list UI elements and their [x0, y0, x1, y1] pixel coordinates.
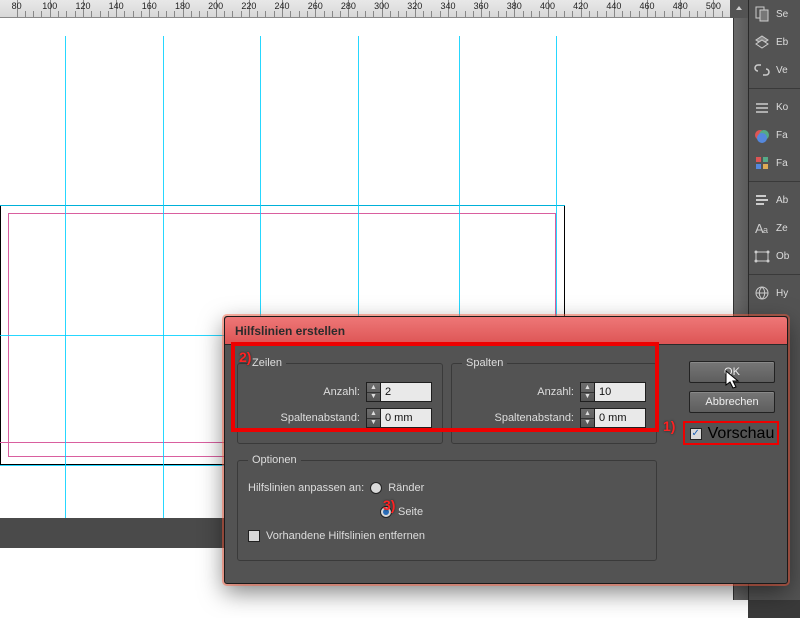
- horizontal-ruler: 8010012014016018020022024026028030032034…: [0, 0, 730, 18]
- align-icon: [754, 192, 770, 208]
- svg-text:a: a: [763, 225, 768, 235]
- panel-label: Eb: [776, 37, 788, 48]
- ok-button[interactable]: OK: [689, 361, 775, 383]
- char-icon: Aa: [754, 220, 770, 236]
- options-legend: Optionen: [248, 454, 301, 466]
- annotation-3: 3): [383, 497, 395, 513]
- rows-gutter-spinner[interactable]: ▲▼: [366, 408, 380, 428]
- remove-existing-label[interactable]: Vorhandene Hilfslinien entfernen: [266, 530, 425, 542]
- panel-char[interactable]: Aa Ze: [749, 214, 800, 242]
- cols-count-input[interactable]: [594, 382, 646, 402]
- fit-page-label[interactable]: Seite: [398, 506, 423, 518]
- panel-label: Se: [776, 9, 788, 20]
- rows-legend: Zeilen: [248, 357, 286, 369]
- preview-label[interactable]: Vorschau: [708, 425, 775, 443]
- options-group: Optionen Hilfslinien anpassen an: Ränder…: [237, 454, 657, 561]
- fit-margins-radio[interactable]: [370, 482, 382, 494]
- links2-icon: [754, 285, 770, 301]
- dialog-titlebar[interactable]: Hilfslinien erstellen: [225, 317, 787, 345]
- layers-icon: [754, 34, 770, 50]
- swatches2-icon: [754, 155, 770, 171]
- panel-label: Hy: [776, 288, 788, 299]
- panel-label: Ab: [776, 195, 788, 206]
- dialog-title: Hilfslinien erstellen: [235, 324, 345, 338]
- annotation-2: 2): [239, 349, 251, 365]
- panel-links2[interactable]: Hy: [749, 279, 800, 307]
- rows-group: Zeilen Anzahl: ▲▼ Spaltenabstand: ▲▼: [237, 357, 443, 444]
- panel-align[interactable]: Ab: [749, 186, 800, 214]
- rows-gutter-input[interactable]: [380, 408, 432, 428]
- panel-label: Fa: [776, 158, 788, 169]
- cols-count-spinner[interactable]: ▲▼: [580, 382, 594, 402]
- rows-count-input[interactable]: [380, 382, 432, 402]
- panel-label: Ze: [776, 223, 788, 234]
- panel-label: Fa: [776, 130, 788, 141]
- panel-layers[interactable]: Eb: [749, 28, 800, 56]
- panel-swatches2[interactable]: Fa: [749, 149, 800, 177]
- guide-horizontal[interactable]: [0, 205, 565, 206]
- links-icon: [754, 62, 770, 78]
- panel-pages[interactable]: Se: [749, 0, 800, 28]
- create-guides-dialog: Hilfslinien erstellen Zeilen Anzahl: ▲▼ …: [224, 316, 788, 584]
- annotation-1: 1): [663, 418, 675, 434]
- fit-label: Hilfslinien anpassen an:: [248, 482, 364, 494]
- rows-count-label: Anzahl:: [323, 386, 360, 398]
- ruler-corner[interactable]: [730, 0, 748, 18]
- swatches-icon: [754, 127, 770, 143]
- fit-margins-label[interactable]: Ränder: [388, 482, 424, 494]
- cols-gutter-input[interactable]: [594, 408, 646, 428]
- pages-icon: [754, 6, 770, 22]
- rows-gutter-label: Spaltenabstand:: [280, 412, 360, 424]
- panel-links[interactable]: Ve: [749, 56, 800, 84]
- cols-gutter-label: Spaltenabstand:: [494, 412, 574, 424]
- cancel-button[interactable]: Abbrechen: [689, 391, 775, 413]
- object-icon: [754, 248, 770, 264]
- cols-gutter-spinner[interactable]: ▲▼: [580, 408, 594, 428]
- panel-object[interactable]: Ob: [749, 242, 800, 270]
- preview-checkbox[interactable]: [690, 428, 702, 440]
- stroke-icon: [754, 99, 770, 115]
- rows-count-spinner[interactable]: ▲▼: [366, 382, 380, 402]
- cols-count-label: Anzahl:: [537, 386, 574, 398]
- cols-group: Spalten Anzahl: ▲▼ Spaltenabstand: ▲▼: [451, 357, 657, 444]
- panel-label: Ko: [776, 102, 788, 113]
- cols-legend: Spalten: [462, 357, 507, 369]
- panel-label: Ve: [776, 65, 788, 76]
- panel-stroke[interactable]: Ko: [749, 93, 800, 121]
- panel-swatches[interactable]: Fa: [749, 121, 800, 149]
- remove-existing-checkbox[interactable]: [248, 530, 260, 542]
- panel-label: Ob: [776, 251, 789, 262]
